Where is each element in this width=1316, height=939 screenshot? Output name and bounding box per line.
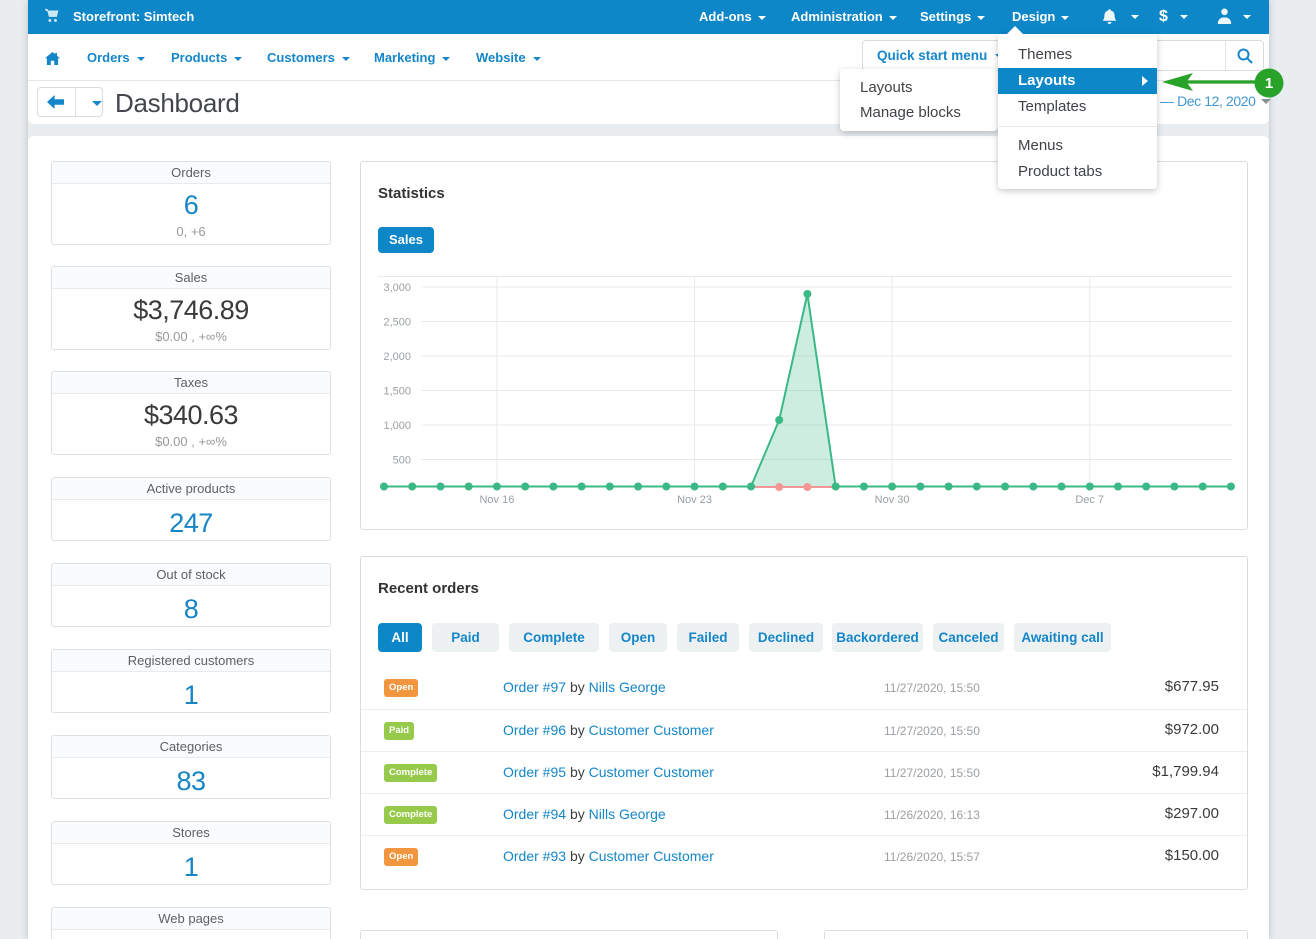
svg-text:1,500: 1,500: [383, 386, 411, 398]
svg-text:2,000: 2,000: [383, 351, 411, 363]
svg-text:Dec 7: Dec 7: [1075, 494, 1104, 506]
svg-text:1: 1: [1265, 75, 1273, 92]
svg-text:1,000: 1,000: [383, 420, 411, 432]
svg-text:3,000: 3,000: [383, 282, 411, 294]
svg-text:Nov 30: Nov 30: [875, 494, 910, 506]
svg-text:Nov 16: Nov 16: [479, 494, 514, 506]
svg-text:Nov 23: Nov 23: [677, 494, 712, 506]
svg-text:500: 500: [393, 455, 411, 467]
svg-text:2,500: 2,500: [383, 317, 411, 329]
